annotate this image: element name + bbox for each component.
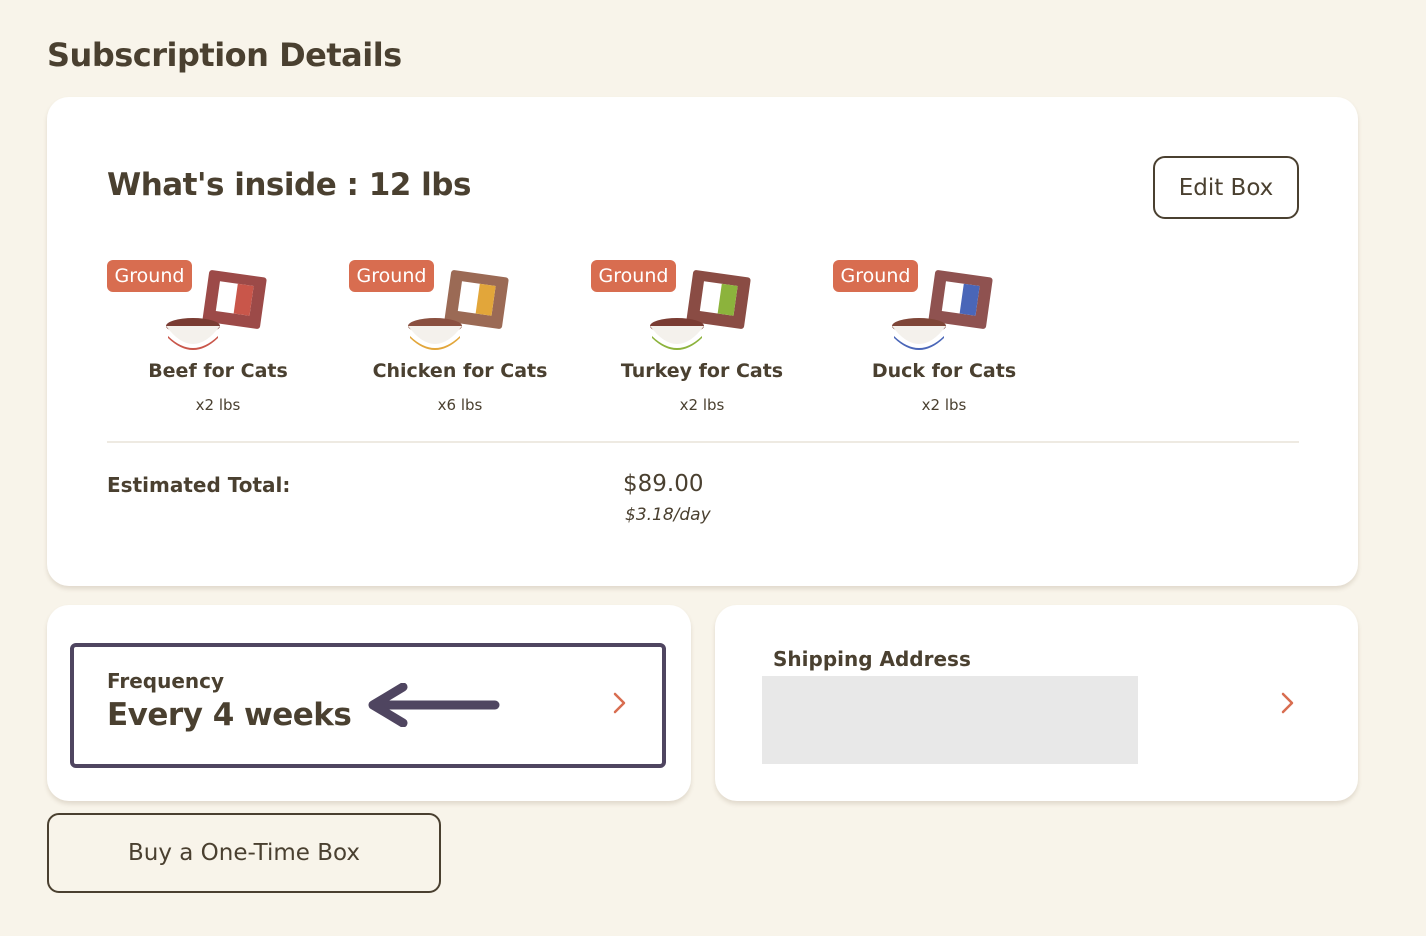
arrow-left-icon (368, 683, 500, 727)
chevron-right-icon[interactable] (610, 689, 630, 717)
divider (107, 441, 1299, 443)
frequency-value: Every 4 weeks (107, 697, 352, 733)
estimated-total-label: Estimated Total: (107, 473, 291, 497)
product-name: Chicken for Cats (372, 360, 548, 382)
buy-one-time-box-button[interactable]: Buy a One-Time Box (47, 813, 441, 893)
ground-badge: Ground (349, 260, 434, 292)
frequency-card[interactable]: Frequency Every 4 weeks (47, 605, 691, 801)
product-quantity: x2 lbs (195, 396, 241, 414)
product-item: Ground Beef for Cats x2 lbs (107, 260, 329, 420)
product-name: Turkey for Cats (620, 360, 784, 382)
product-name: Duck for Cats (871, 360, 1017, 382)
page-title: Subscription Details (47, 36, 402, 74)
shipping-address-card[interactable]: Shipping Address (715, 605, 1358, 801)
price-per-day: $3.18/day (625, 505, 711, 525)
product-item: Ground Turkey for Cats x2 lbs (591, 260, 813, 420)
frequency-label: Frequency (107, 669, 225, 693)
ground-badge: Ground (833, 260, 918, 292)
address-redacted-block (762, 676, 1138, 764)
estimated-total-price: $89.00 (623, 471, 704, 497)
product-name: Beef for Cats (148, 360, 288, 382)
product-item: Ground Chicken for Cats x6 lbs (349, 260, 571, 420)
edit-box-button[interactable]: Edit Box (1153, 156, 1299, 219)
ground-badge: Ground (591, 260, 676, 292)
product-quantity: x6 lbs (437, 396, 483, 414)
product-item: Ground Duck for Cats x2 lbs (833, 260, 1055, 420)
ground-badge: Ground (107, 260, 192, 292)
shipping-address-label: Shipping Address (773, 647, 971, 671)
box-contents-card: What's inside : 12 lbs Edit Box Ground B… (47, 97, 1358, 586)
box-contents-title: What's inside : 12 lbs (107, 167, 471, 203)
product-quantity: x2 lbs (679, 396, 725, 414)
product-quantity: x2 lbs (921, 396, 967, 414)
chevron-right-icon[interactable] (1278, 689, 1298, 717)
